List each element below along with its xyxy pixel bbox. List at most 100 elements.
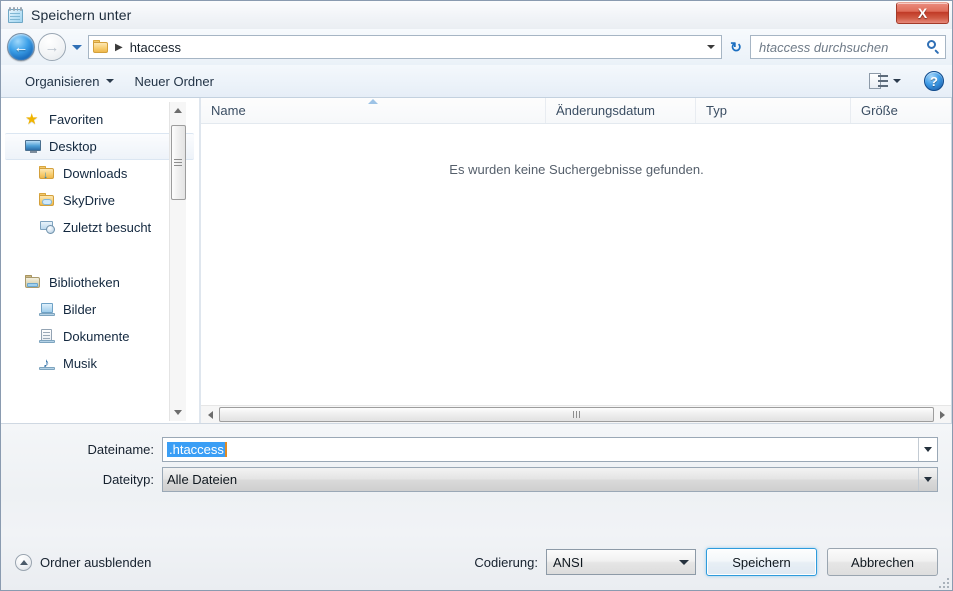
refresh-icon: ↻ bbox=[730, 38, 742, 55]
library-folder-icon bbox=[25, 275, 42, 290]
file-list-pane: Name Änderungsdatum Typ Größe Es wurden … bbox=[201, 98, 952, 423]
back-arrow-icon: ← bbox=[13, 38, 29, 56]
sidebar-scroll-track[interactable] bbox=[170, 119, 187, 404]
navigation-bar: ← → ▶ htaccess ↻ htaccess durchsuchen bbox=[1, 29, 952, 65]
filetype-dropdown-button[interactable] bbox=[918, 467, 937, 491]
search-placeholder: htaccess durchsuchen bbox=[759, 39, 889, 55]
sidebar-label: Musik bbox=[63, 356, 97, 371]
navigation-pane: ★ Favoriten Desktop ↓ Downloads SkyDrive bbox=[1, 98, 201, 423]
help-button[interactable]: ? bbox=[924, 71, 944, 91]
filename-label: Dateiname: bbox=[87, 441, 154, 457]
monitor-icon bbox=[25, 139, 42, 154]
chevron-down-icon bbox=[679, 559, 689, 565]
column-label: Änderungsdatum bbox=[556, 103, 656, 118]
window-title: Speichern unter bbox=[31, 7, 132, 23]
chevron-down-icon bbox=[106, 79, 115, 83]
encoding-select[interactable]: ANSI bbox=[546, 549, 696, 575]
horizontal-scroll-thumb[interactable] bbox=[219, 407, 934, 422]
encoding-value: ANSI bbox=[553, 554, 584, 570]
documents-library-icon bbox=[39, 329, 56, 344]
column-header-row: Name Änderungsdatum Typ Größe bbox=[201, 98, 952, 124]
scroll-right-icon bbox=[940, 410, 945, 419]
save-label: Speichern bbox=[732, 554, 791, 570]
hide-folders-button[interactable]: Ordner ausblenden bbox=[15, 553, 151, 571]
pane-divider[interactable] bbox=[199, 98, 200, 423]
forward-arrow-icon: → bbox=[44, 38, 60, 56]
new-folder-button[interactable]: Neuer Ordner bbox=[124, 70, 223, 93]
forward-button[interactable]: → bbox=[38, 33, 66, 61]
scroll-down-button[interactable] bbox=[170, 404, 187, 421]
organize-label: Organisieren bbox=[25, 73, 100, 89]
scroll-up-icon bbox=[174, 108, 182, 113]
sidebar-item-desktop[interactable]: Desktop bbox=[5, 133, 194, 160]
chevron-down-icon bbox=[893, 79, 901, 83]
sidebar-label: Bilder bbox=[63, 302, 97, 317]
change-view-button[interactable] bbox=[864, 70, 906, 92]
file-list-horizontal-scrollbar[interactable] bbox=[201, 405, 952, 423]
search-icon bbox=[926, 39, 941, 55]
list-view-icon bbox=[869, 73, 888, 89]
empty-state-text: Es wurden keine Suchergebnisse gefunden. bbox=[449, 162, 704, 177]
title-bar: Speichern unter X bbox=[1, 1, 952, 29]
column-header-date[interactable]: Änderungsdatum bbox=[546, 98, 696, 123]
back-button[interactable]: ← bbox=[7, 33, 35, 61]
cancel-button[interactable]: Abbrechen bbox=[827, 548, 938, 576]
downloads-folder-icon: ↓ bbox=[39, 166, 56, 181]
file-list-right-edge bbox=[951, 98, 952, 423]
chevron-down-icon bbox=[924, 476, 932, 482]
close-button[interactable]: X bbox=[896, 2, 949, 24]
filename-row: Dateiname: .htaccess bbox=[15, 434, 938, 464]
save-as-dialog: Speichern unter X ← → ▶ htaccess ↻ htacc… bbox=[0, 0, 953, 591]
pictures-library-icon bbox=[39, 302, 56, 317]
filename-value-wrap: .htaccess bbox=[163, 441, 918, 457]
chevron-down-icon bbox=[924, 446, 932, 452]
scroll-up-button[interactable] bbox=[170, 102, 187, 119]
column-header-size[interactable]: Größe bbox=[851, 98, 952, 123]
chevron-up-circle-icon bbox=[15, 553, 32, 571]
sidebar-label: Dokumente bbox=[63, 329, 130, 344]
sidebar-label: Favoriten bbox=[49, 112, 104, 127]
encoding-label: Codierung: bbox=[474, 554, 538, 570]
sidebar-label: SkyDrive bbox=[63, 193, 116, 208]
organize-button[interactable]: Organisieren bbox=[15, 70, 124, 93]
skydrive-folder-icon bbox=[39, 193, 56, 208]
filename-value: .htaccess bbox=[167, 441, 225, 457]
cancel-label: Abbrechen bbox=[851, 554, 914, 570]
breadcrumb-current-folder[interactable]: htaccess bbox=[130, 40, 181, 55]
column-label: Name bbox=[211, 103, 246, 118]
file-form: Dateiname: .htaccess Dateityp: Alle Date… bbox=[1, 423, 952, 494]
scroll-right-button[interactable] bbox=[934, 407, 951, 423]
chevron-down-icon bbox=[706, 45, 715, 49]
notepad-icon bbox=[7, 6, 25, 24]
sidebar-label: Desktop bbox=[49, 139, 97, 154]
sidebar-scrollbar[interactable] bbox=[169, 102, 186, 421]
filename-input[interactable]: .htaccess bbox=[162, 436, 938, 462]
sidebar-label: Zuletzt besucht bbox=[63, 220, 152, 235]
save-button[interactable]: Speichern bbox=[706, 548, 817, 576]
folder-icon bbox=[93, 40, 109, 54]
close-icon: X bbox=[917, 5, 928, 21]
scroll-left-button[interactable] bbox=[202, 407, 219, 423]
filetype-select[interactable]: Alle Dateien bbox=[162, 466, 938, 492]
form-spacer bbox=[1, 494, 952, 534]
filename-dropdown-button[interactable] bbox=[918, 437, 937, 461]
sidebar-scroll-thumb[interactable] bbox=[170, 125, 186, 200]
resize-grip-icon[interactable] bbox=[937, 576, 949, 588]
refresh-button[interactable]: ↻ bbox=[725, 35, 747, 59]
breadcrumb-separator-icon: ▶ bbox=[115, 41, 123, 53]
scroll-left-icon bbox=[208, 410, 213, 419]
recent-locations-button[interactable] bbox=[69, 33, 85, 61]
address-dropdown-button[interactable] bbox=[702, 36, 719, 58]
search-input[interactable]: htaccess durchsuchen bbox=[750, 35, 946, 59]
help-icon: ? bbox=[930, 73, 938, 89]
music-library-icon: ♪ bbox=[39, 356, 56, 371]
sidebar-label: Bibliotheken bbox=[49, 275, 120, 290]
column-header-type[interactable]: Typ bbox=[696, 98, 851, 123]
column-label: Größe bbox=[861, 103, 898, 118]
star-icon: ★ bbox=[25, 111, 39, 128]
address-bar[interactable]: ▶ htaccess bbox=[88, 35, 722, 59]
column-header-name[interactable]: Name bbox=[201, 98, 546, 123]
encoding-dropdown-button[interactable] bbox=[673, 550, 695, 574]
recent-places-icon bbox=[39, 220, 56, 235]
command-toolbar: Organisieren Neuer Ordner ? bbox=[1, 65, 952, 98]
